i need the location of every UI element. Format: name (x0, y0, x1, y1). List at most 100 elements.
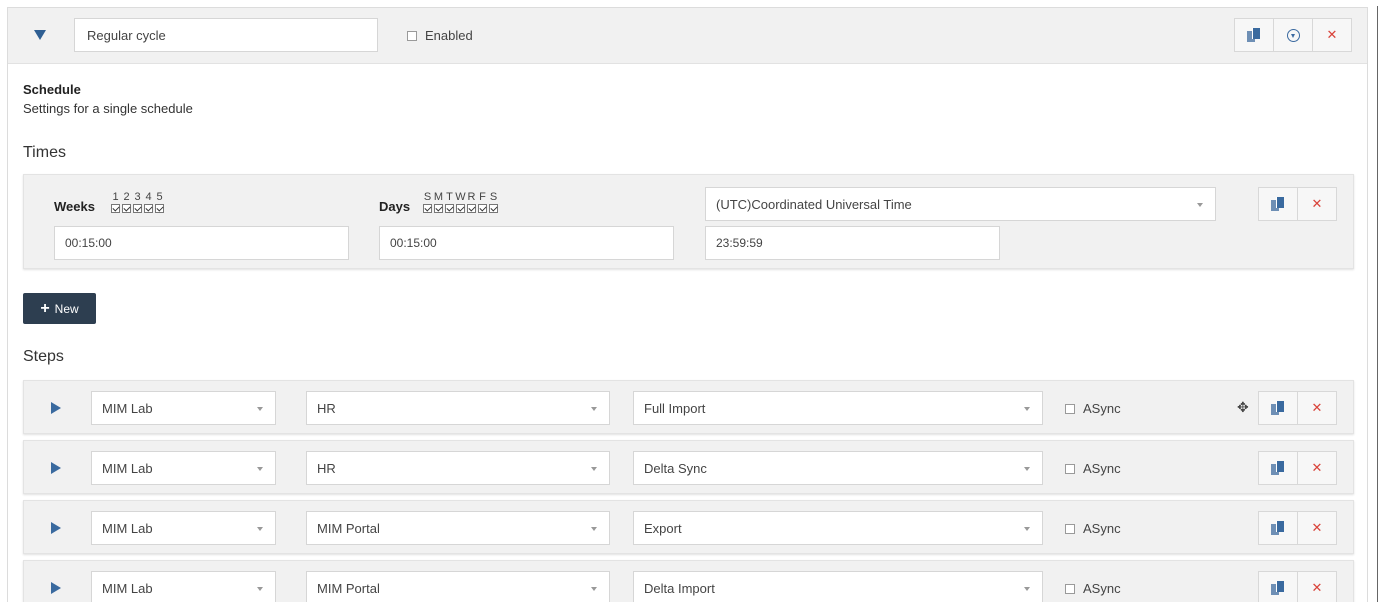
times-actions: ✕ (1258, 187, 1337, 221)
copy-schedule-button[interactable] (1234, 18, 1274, 52)
day-checkbox[interactable] (478, 204, 487, 213)
expand-triangle-icon[interactable] (51, 402, 61, 414)
agent-select[interactable]: HR (306, 451, 610, 485)
day-label: F (479, 191, 486, 203)
plus-icon: + (40, 299, 50, 317)
copy-icon (1271, 521, 1285, 535)
day-checkbox[interactable] (434, 204, 443, 213)
run-profile-select[interactable]: Delta Import (633, 571, 1043, 602)
window-edge-rule (1377, 6, 1378, 602)
delete-step-button[interactable]: ✕ (1297, 571, 1337, 602)
day-toggle[interactable]: S (422, 192, 433, 213)
new-time-button[interactable]: + New (23, 293, 96, 324)
agent-value: HR (317, 400, 336, 416)
expand-triangle-icon[interactable] (51, 522, 61, 534)
collapse-triangle-icon[interactable] (34, 30, 46, 40)
times-entry: Weeks 12345 Days SMTWRFS (UTC)Coordinate… (23, 174, 1354, 269)
schedule-panel: Enabled ✕ Schedule Settings for a single… (7, 7, 1368, 602)
async-checkbox[interactable] (1065, 403, 1075, 414)
timezone-value: (UTC)Coordinated Universal Time (716, 196, 912, 212)
week-toggle[interactable]: 1 (110, 192, 121, 213)
day-toggle[interactable]: M (433, 192, 444, 213)
enabled-checkbox[interactable] (407, 30, 417, 41)
schedule-name-input[interactable] (74, 18, 378, 52)
step-row: MIM Lab MIM Portal Delta Import ASync ✕ (23, 560, 1354, 602)
agent-select[interactable]: MIM Portal (306, 571, 610, 602)
run-profile-select[interactable]: Full Import (633, 391, 1043, 425)
delete-time-button[interactable]: ✕ (1297, 187, 1337, 221)
week-toggle[interactable]: 4 (143, 192, 154, 213)
week-checkbox[interactable] (111, 204, 120, 213)
server-select[interactable]: MIM Lab (91, 511, 276, 545)
delete-schedule-button[interactable]: ✕ (1312, 18, 1352, 52)
expand-triangle-icon[interactable] (51, 582, 61, 594)
week-checkbox[interactable] (133, 204, 142, 213)
week-checkbox[interactable] (144, 204, 153, 213)
day-label: T (446, 191, 453, 203)
steps-title: Steps (23, 348, 64, 365)
day-toggle[interactable]: T (444, 192, 455, 213)
enabled-toggle[interactable]: Enabled (407, 28, 473, 43)
run-profile-value: Full Import (644, 400, 706, 416)
day-label: R (467, 191, 476, 203)
delete-step-button[interactable]: ✕ (1297, 391, 1337, 425)
day-checkbox[interactable] (423, 204, 432, 213)
async-toggle[interactable]: ASync (1065, 581, 1121, 596)
async-checkbox[interactable] (1065, 523, 1075, 534)
week-toggle[interactable]: 5 (154, 192, 165, 213)
expand-triangle-icon[interactable] (51, 462, 61, 474)
day-toggle[interactable]: R (466, 192, 477, 213)
delete-step-button[interactable]: ✕ (1297, 451, 1337, 485)
copy-icon (1271, 401, 1285, 415)
week-toggle[interactable]: 3 (132, 192, 143, 213)
interval-input[interactable] (54, 226, 349, 260)
week-label: 4 (145, 191, 152, 203)
server-select[interactable]: MIM Lab (91, 571, 276, 602)
run-profile-select[interactable]: Export (633, 511, 1043, 545)
day-toggle[interactable]: W (455, 192, 466, 213)
timezone-select[interactable]: (UTC)Coordinated Universal Time (705, 187, 1216, 221)
async-toggle[interactable]: ASync (1065, 401, 1121, 416)
chevron-down-icon (257, 587, 263, 591)
copy-time-button[interactable] (1258, 187, 1298, 221)
delete-step-button[interactable]: ✕ (1297, 511, 1337, 545)
close-icon: ✕ (1311, 580, 1323, 595)
times-title: Times (23, 144, 66, 161)
download-schedule-button[interactable] (1273, 18, 1313, 52)
end-time-input[interactable] (705, 226, 1000, 260)
day-checkbox[interactable] (467, 204, 476, 213)
week-toggle[interactable]: 2 (121, 192, 132, 213)
day-checkbox[interactable] (489, 204, 498, 213)
agent-select[interactable]: MIM Portal (306, 511, 610, 545)
chevron-down-icon (1024, 527, 1030, 531)
week-checkbox[interactable] (155, 204, 164, 213)
week-checkbox[interactable] (122, 204, 131, 213)
move-arrows-icon[interactable]: ✥ (1237, 399, 1249, 416)
schedule-header: Enabled ✕ (8, 8, 1367, 64)
async-toggle[interactable]: ASync (1065, 521, 1121, 536)
week-label: 2 (123, 191, 130, 203)
async-checkbox[interactable] (1065, 463, 1075, 474)
async-toggle[interactable]: ASync (1065, 461, 1121, 476)
server-select[interactable]: MIM Lab (91, 451, 276, 485)
day-toggle[interactable]: F (477, 192, 488, 213)
server-select[interactable]: MIM Lab (91, 391, 276, 425)
step-row: MIM Lab HR Delta Sync ASync ✕ (23, 440, 1354, 494)
run-profile-select[interactable]: Delta Sync (633, 451, 1043, 485)
step-row: MIM Lab MIM Portal Export ASync ✕ (23, 500, 1354, 554)
day-toggle[interactable]: S (488, 192, 499, 213)
chevron-down-icon (257, 467, 263, 471)
day-checkbox[interactable] (456, 204, 465, 213)
day-checkbox[interactable] (445, 204, 454, 213)
copy-icon (1271, 461, 1285, 475)
copy-step-button[interactable] (1258, 391, 1298, 425)
server-value: MIM Lab (102, 580, 153, 596)
start-time-input[interactable] (379, 226, 674, 260)
copy-step-button[interactable] (1258, 451, 1298, 485)
copy-step-button[interactable] (1258, 511, 1298, 545)
chevron-down-icon (257, 407, 263, 411)
agent-select[interactable]: HR (306, 391, 610, 425)
copy-step-button[interactable] (1258, 571, 1298, 602)
agent-value: MIM Portal (317, 520, 380, 536)
async-checkbox[interactable] (1065, 583, 1075, 594)
